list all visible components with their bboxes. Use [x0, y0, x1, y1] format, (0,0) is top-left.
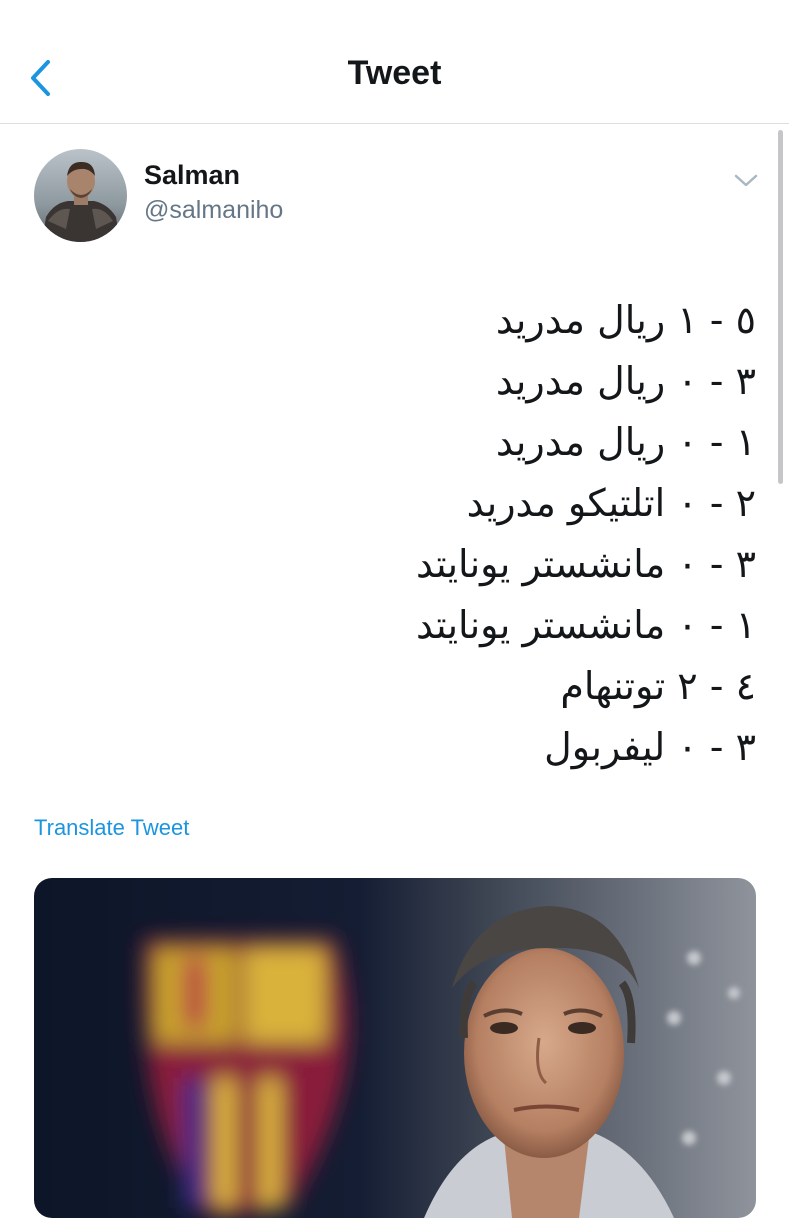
- media-image: [34, 878, 756, 1218]
- translate-tweet-link[interactable]: Translate Tweet: [34, 815, 189, 841]
- more-options-button[interactable]: [730, 166, 762, 194]
- avatar-image: [34, 149, 127, 242]
- tweet-line: ٢ - ٠ اتلتيكو مدريد: [466, 481, 756, 525]
- tweet-text: ٥ - ١ ريال مدريد ٣ - ٠ ريال مدريد ١ - ٠ …: [34, 290, 756, 778]
- tweet-line: ٥ - ١ ريال مدريد: [495, 298, 756, 342]
- tweet-media-photo[interactable]: [34, 878, 756, 1218]
- page-title: Tweet: [347, 54, 442, 92]
- author-avatar[interactable]: [34, 149, 127, 242]
- tweet-line: ١ - ٠ ريال مدريد: [495, 420, 756, 464]
- tweet-line: ٣ - ٠ ليفربول: [544, 725, 756, 769]
- author-handle[interactable]: @salmaniho: [144, 196, 283, 225]
- author-display-name[interactable]: Salman: [144, 160, 240, 191]
- navigation-bar: Tweet: [0, 0, 789, 124]
- chevron-down-icon: [734, 174, 758, 187]
- tweet-line: ٣ - ٠ ريال مدريد: [495, 359, 756, 403]
- tweet-line: ٤ - ٢ توتنهام: [560, 664, 756, 708]
- tweet-line: ١ - ٠ مانشستر يونايتد: [416, 603, 756, 647]
- tweet-line: ٣ - ٠ مانشستر يونايتد: [416, 542, 756, 586]
- scrollbar[interactable]: [778, 130, 783, 484]
